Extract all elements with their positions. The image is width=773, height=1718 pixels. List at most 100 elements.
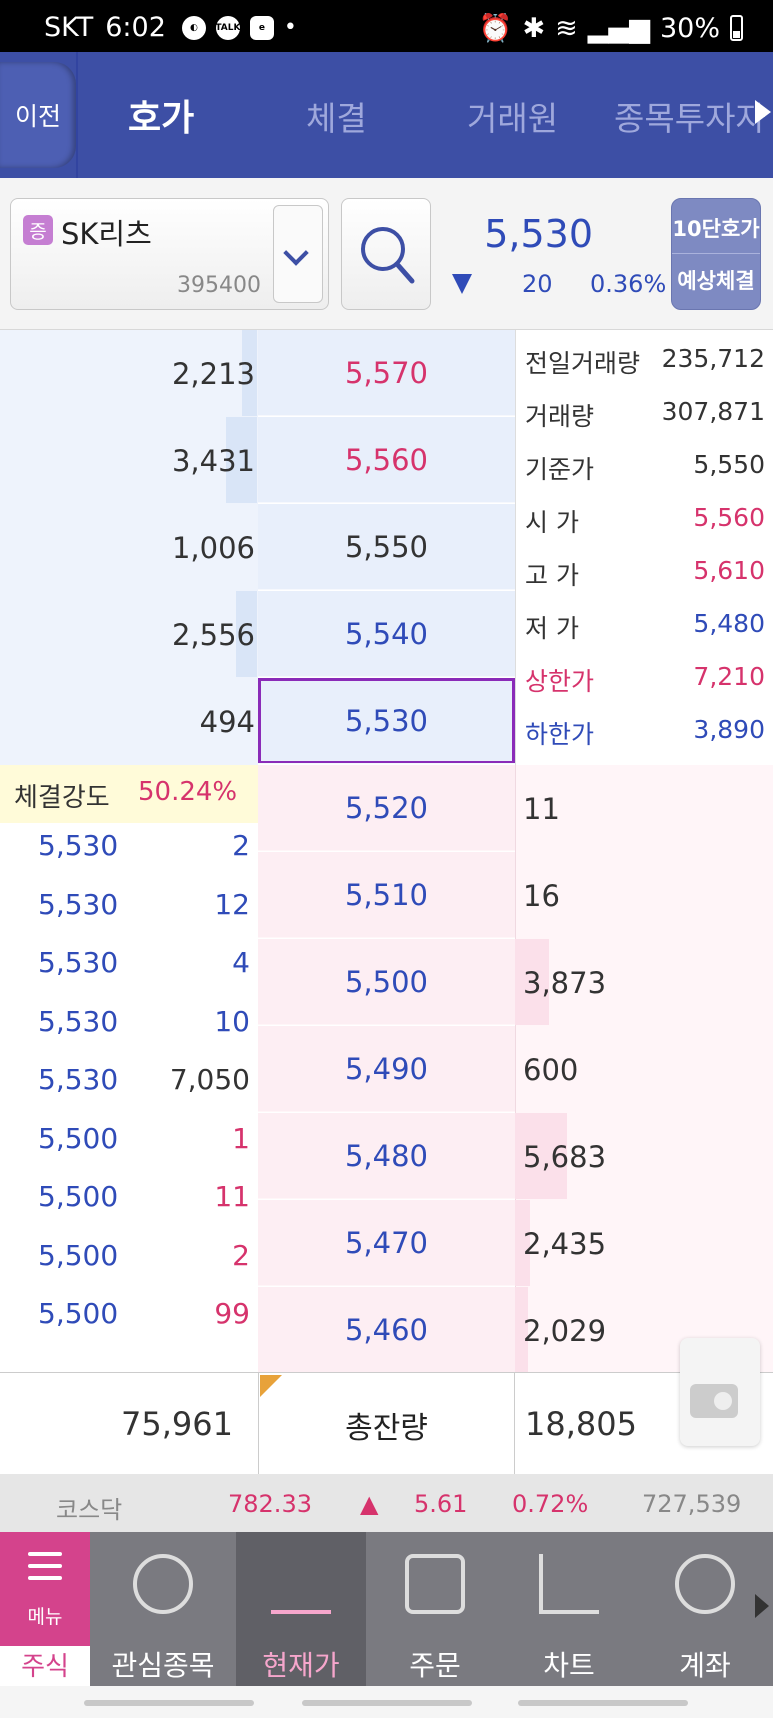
trade-price: 5,530 <box>38 946 119 979</box>
nav-chart[interactable]: 차트 <box>504 1532 634 1686</box>
bid-row[interactable]: 3,873 <box>515 939 773 1025</box>
radio-button[interactable] <box>680 1338 760 1446</box>
won-icon <box>675 1554 735 1614</box>
stock-name: SK리츠 <box>61 217 152 251</box>
nav-order[interactable]: 주문 <box>370 1532 500 1686</box>
total-remaining-label: 총잔량 <box>258 1373 515 1475</box>
menu-label: 메뉴 <box>27 1606 63 1628</box>
ask-quantity: 3,431 <box>171 444 255 478</box>
trade-row: 5,530 2 <box>0 829 258 887</box>
trade-row: 5,500 2 <box>0 1239 258 1297</box>
radio-icon <box>690 1384 738 1418</box>
ask-price[interactable]: 5,560 <box>258 417 515 503</box>
bid-price[interactable]: 5,510 <box>258 852 515 938</box>
tab-investors[interactable]: 종목투자자 <box>614 92 766 140</box>
bid-row[interactable]: 600 <box>515 1026 773 1112</box>
bid-quantity: 600 <box>523 1053 579 1087</box>
ten-level-button[interactable]: 10단호가 예상체결 <box>671 198 761 310</box>
info-key: 하한가 <box>525 720 595 749</box>
bid-price[interactable]: 5,470 <box>258 1200 515 1286</box>
trade-quantity: 4 <box>232 946 250 979</box>
hamburger-icon <box>28 1552 62 1588</box>
search-button[interactable] <box>341 198 431 310</box>
tab-header: 이전 호가 체결 거래원 종목투자자 <box>0 52 773 178</box>
totals-row: 75,961 총잔량 18,805 <box>0 1372 773 1475</box>
ten-level-label: 10단호가 <box>672 217 760 241</box>
nav-label: 차트 <box>543 1649 595 1682</box>
stock-dropdown-button[interactable] <box>273 205 323 303</box>
status-bar: SKT 6:02 ◐ TALK e • ⏰ ✱ ≋ ▂▄▆ 30% <box>0 0 773 52</box>
ask-price[interactable]: 5,550 <box>258 504 515 590</box>
signal-icon: ▂▄▆ <box>587 12 650 44</box>
nav-account[interactable]: 계좌 <box>640 1532 770 1686</box>
trade-price: 5,530 <box>38 1063 119 1096</box>
bid-price[interactable]: 5,520 <box>258 765 515 851</box>
info-value: 7,210 <box>693 662 765 691</box>
ask-price[interactable]: 5,570 <box>258 330 515 416</box>
trade-list[interactable]: 5,530 2 5,530 12 5,530 4 5,530 10 5,530 7,050 5,50… <box>0 823 258 1372</box>
info-row: 거래량 307,871 <box>525 397 765 437</box>
chart-icon <box>539 1554 599 1614</box>
app-root: SKT 6:02 ◐ TALK e • ⏰ ✱ ≋ ▂▄▆ 30% 이전 호가 … <box>0 0 773 1718</box>
nav-scroll-right-icon[interactable] <box>755 1594 769 1618</box>
bid-price[interactable]: 5,490 <box>258 1026 515 1112</box>
bid-quantity: 5,683 <box>523 1140 607 1174</box>
market-badge: 증 <box>23 215 53 245</box>
trade-row: 5,500 1 <box>0 1122 258 1180</box>
ask-quantity: 2,556 <box>171 618 255 652</box>
current-price: 5,530 <box>484 212 593 256</box>
current-price-icon <box>271 1554 331 1614</box>
info-key: 거래량 <box>525 402 595 431</box>
tab-executions[interactable]: 체결 <box>306 92 367 140</box>
trade-row: 5,530 10 <box>0 1005 258 1063</box>
notification-icons: ◐ TALK e • <box>181 15 297 40</box>
bid-quantity: 3,873 <box>523 966 607 1000</box>
bid-row[interactable]: 16 <box>515 852 773 938</box>
trade-quantity: 1 <box>232 1121 250 1155</box>
nav-watchlist[interactable]: 관심종목 <box>98 1532 228 1686</box>
bid-row[interactable]: 5,683 <box>515 1113 773 1199</box>
trade-quantity: 99 <box>214 1297 250 1330</box>
info-key: 저 가 <box>525 614 579 643</box>
bid-quantity: 2,435 <box>523 1227 607 1261</box>
trade-row: 5,500 99 <box>0 1297 258 1355</box>
execution-strength: 체결강도 50.24% <box>0 765 258 823</box>
gesture-handle <box>302 1700 472 1706</box>
gesture-handle <box>84 1700 254 1706</box>
gesture-handle <box>518 1700 688 1706</box>
info-key: 기준가 <box>525 455 595 484</box>
bid-price[interactable]: 5,480 <box>258 1113 515 1199</box>
order-swap-icon <box>405 1554 465 1614</box>
ask-quantity: 494 <box>199 705 255 739</box>
trade-quantity: 2 <box>232 1238 250 1272</box>
ask-price[interactable]: 5,540 <box>258 591 515 677</box>
bid-row[interactable]: 11 <box>515 765 773 851</box>
stock-code: 395400 <box>177 273 261 298</box>
clock: 6:02 <box>105 12 166 43</box>
tab-orderbook[interactable]: 호가 <box>128 89 194 141</box>
tab-scroll-right-icon[interactable] <box>755 100 771 124</box>
bid-row[interactable]: 2,435 <box>515 1200 773 1286</box>
stock-menu-label[interactable]: 주식 <box>0 1646 90 1686</box>
index-ticker[interactable]: 코스닥 782.33 ▲ 5.61 0.72% 727,539 <box>0 1474 773 1532</box>
back-button[interactable]: 이전 <box>0 62 76 168</box>
nav-current-price[interactable]: 현재가 <box>236 1532 366 1686</box>
info-value: 307,871 <box>661 397 765 426</box>
ask-price[interactable]: 5,530 <box>258 678 515 764</box>
stock-selector[interactable]: 증 SK리츠 395400 <box>10 198 329 310</box>
more-notifications-dot: • <box>283 15 297 40</box>
index-volume: 727,539 <box>642 1490 742 1518</box>
info-key: 상한가 <box>525 667 595 696</box>
ask-total: 75,961 <box>121 1405 233 1443</box>
price-change-percent: 0.36% <box>590 270 667 298</box>
info-value: 5,560 <box>693 503 765 532</box>
bid-price[interactable]: 5,460 <box>258 1287 515 1372</box>
status-left: SKT 6:02 ◐ TALK e • <box>44 12 297 43</box>
bid-price[interactable]: 5,500 <box>258 939 515 1025</box>
menu-button[interactable]: 메뉴 <box>0 1532 90 1646</box>
nav-label: 현재가 <box>262 1649 340 1682</box>
trade-quantity: 12 <box>214 887 250 921</box>
tab-brokers[interactable]: 거래원 <box>467 92 558 140</box>
radio-speaker <box>714 1392 732 1410</box>
info-row: 상한가 7,210 <box>525 662 765 702</box>
